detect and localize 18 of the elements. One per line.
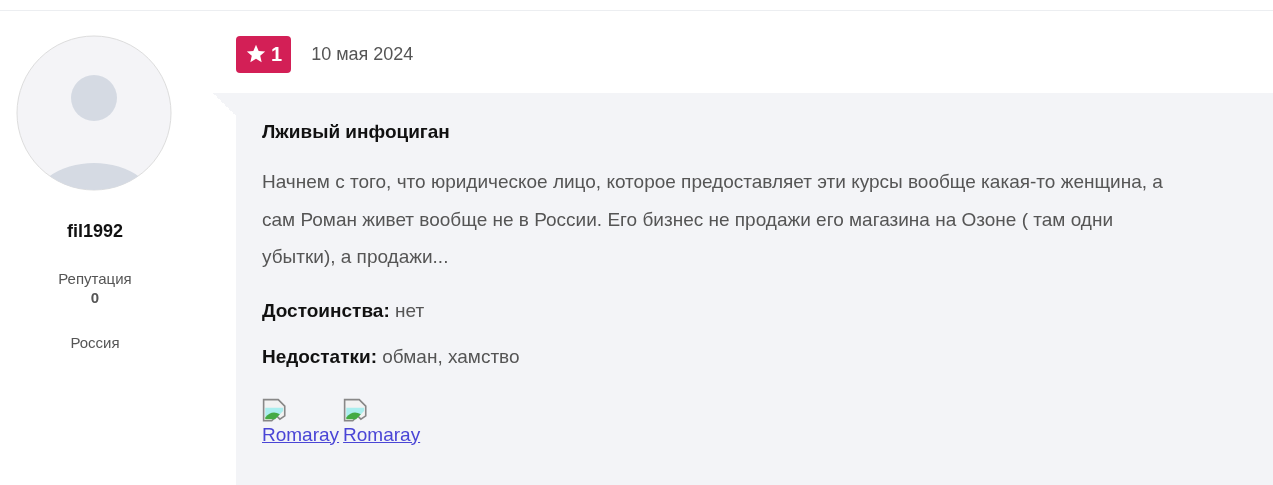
- review-text: Начнем с того, что юридическое лицо, которое предоставляет эти курсы вообще какая-то женщина, а сам Роман живет вообще не в России. Его бизнес не продажи его магазина на Озоне ( там одни убытки), а продажи...: [262, 170, 1164, 269]
- image-link[interactable]: Romaray: [343, 423, 421, 446]
- pros-text: нет: [395, 299, 425, 321]
- reputation-label: Репутация: [58, 270, 132, 287]
- rating-value: 1: [271, 42, 283, 66]
- broken-image-icon: [262, 397, 288, 424]
- country: Россия: [70, 334, 120, 351]
- review-date: 10 мая 2024: [311, 43, 414, 65]
- image-link[interactable]: Romaray: [262, 423, 340, 446]
- review-title: Лживый инфоциган: [262, 121, 451, 143]
- reputation-value: 0: [90, 289, 100, 306]
- username[interactable]: fil1992: [66, 221, 123, 242]
- star-icon: [245, 43, 267, 65]
- cons-text: обман, хамство: [382, 345, 520, 367]
- avatar-icon: [16, 35, 172, 191]
- pros-label: Достоинства:: [262, 299, 390, 321]
- broken-image-icon: [343, 397, 370, 424]
- cons-label: Недостатки:: [262, 345, 377, 367]
